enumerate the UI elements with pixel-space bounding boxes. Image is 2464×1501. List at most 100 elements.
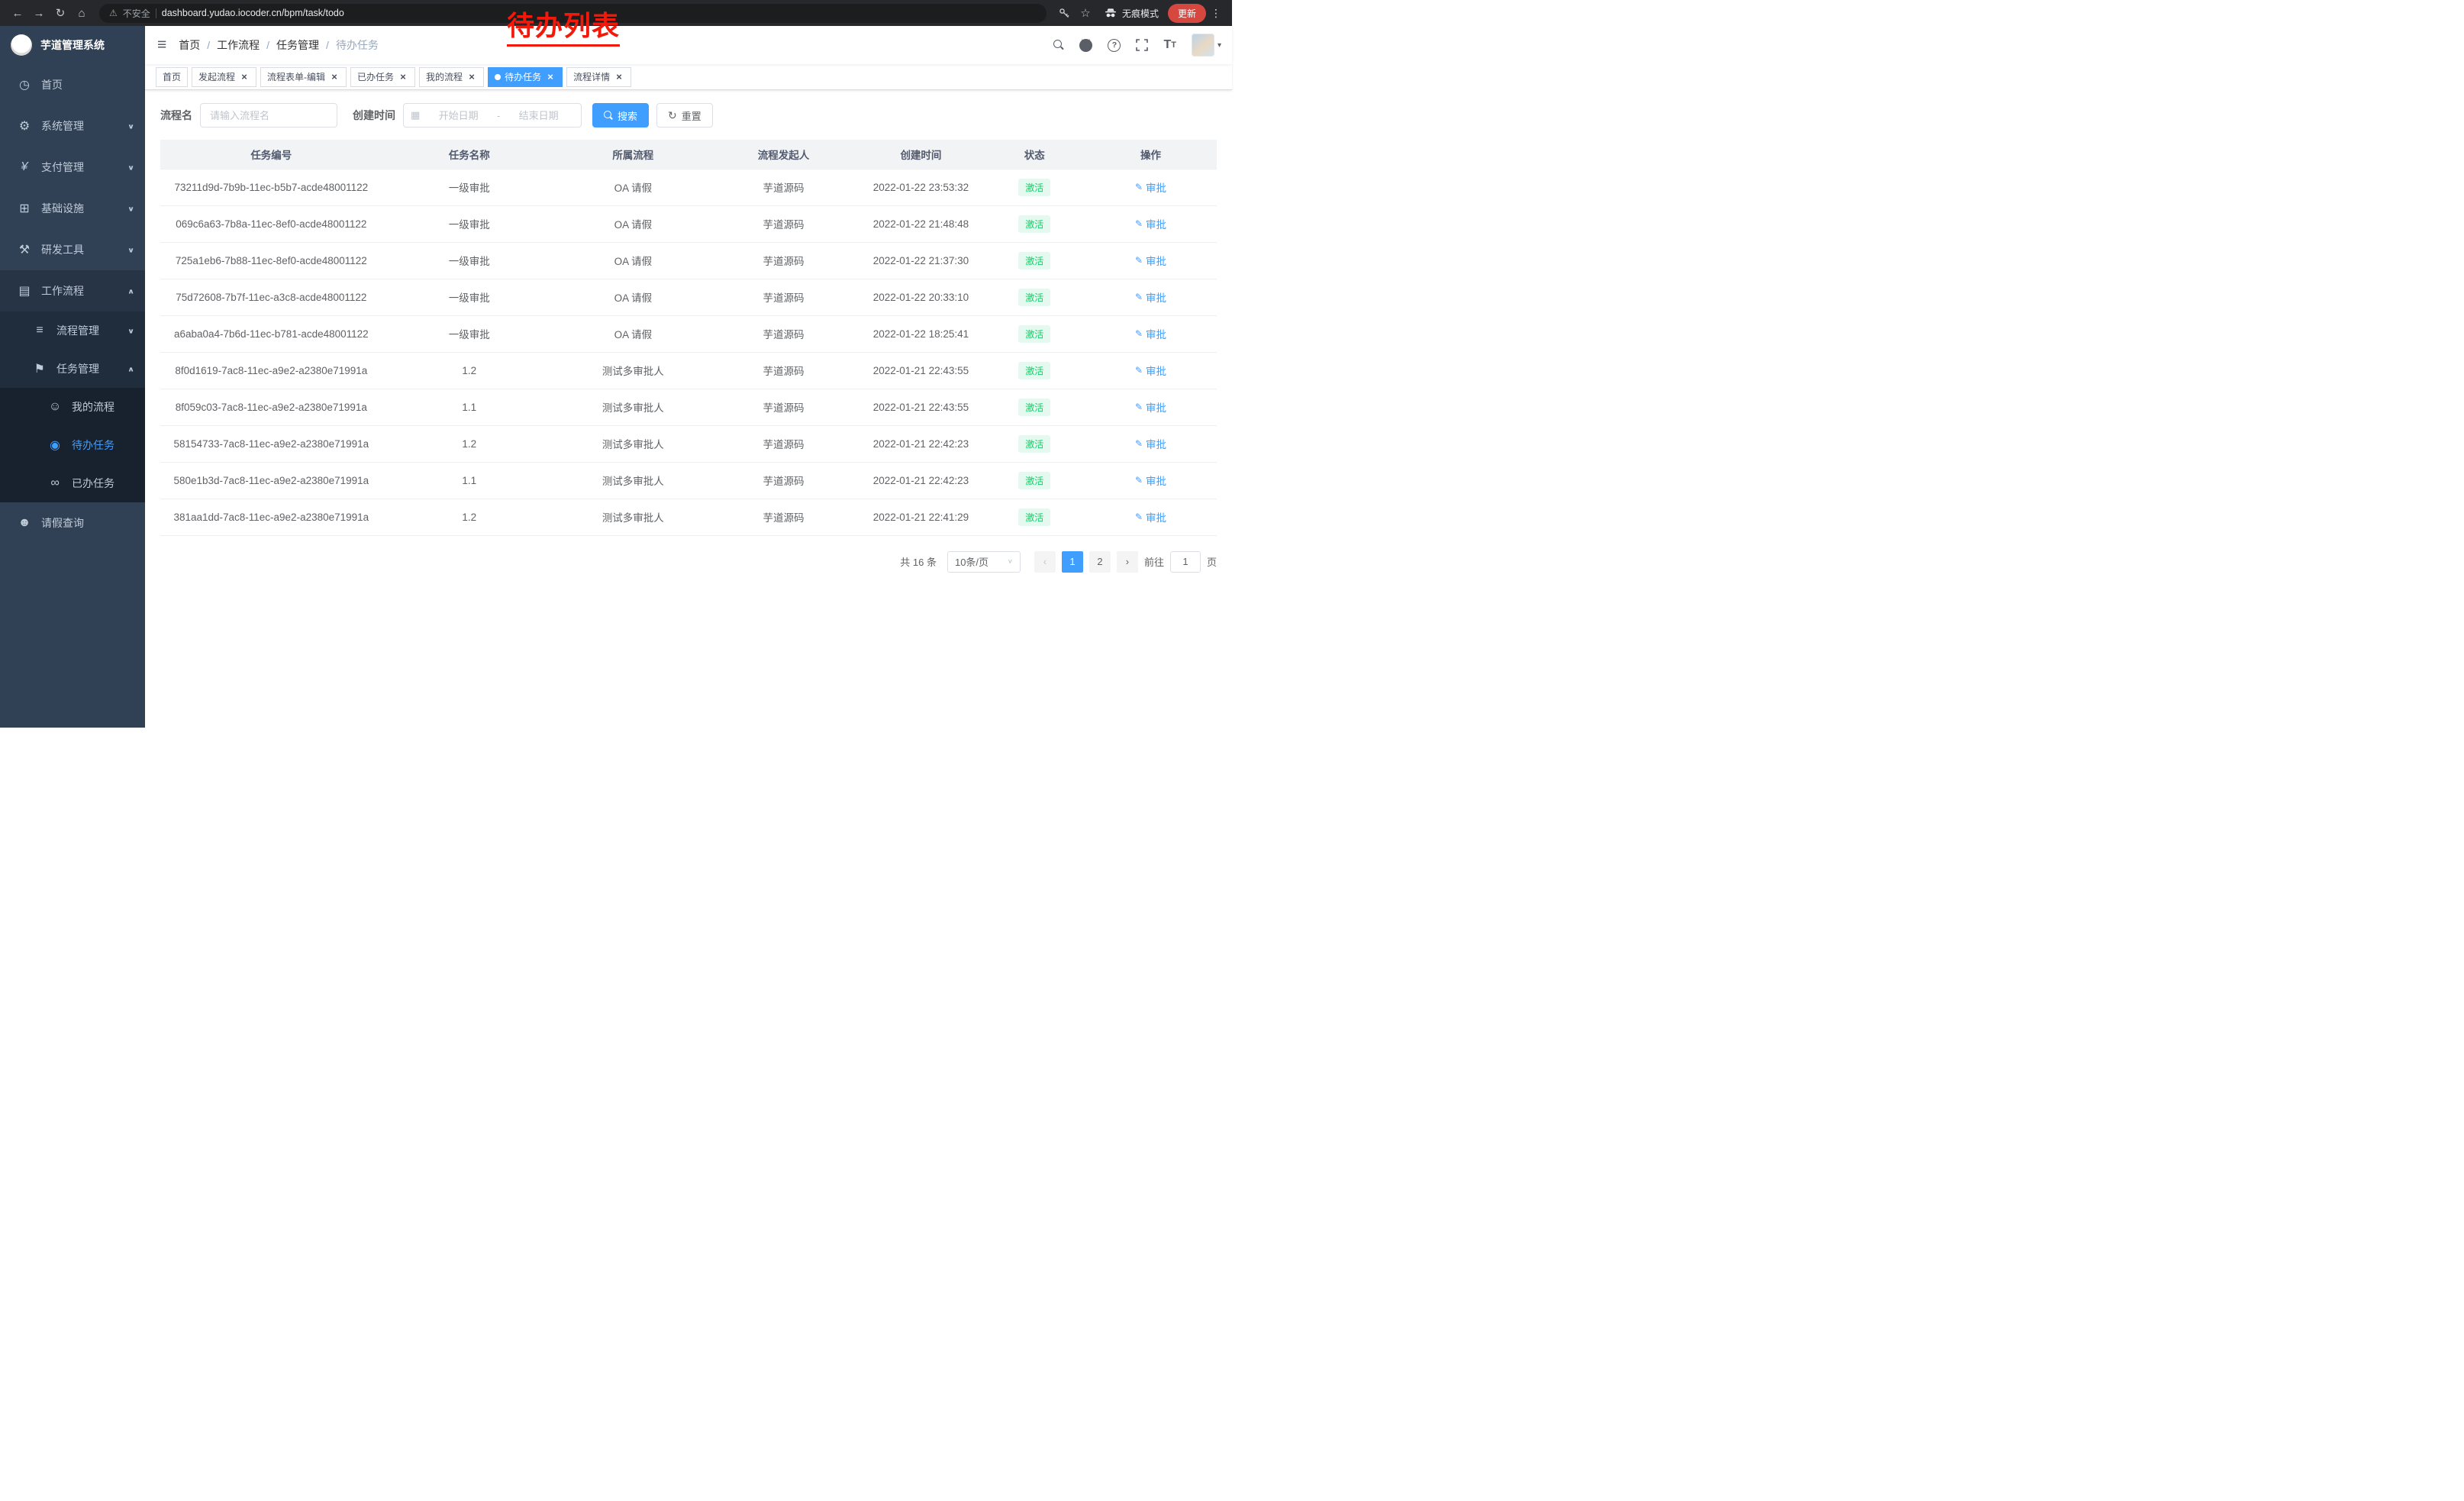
prev-page-button[interactable]: ‹: [1034, 551, 1056, 573]
tab-todo-tasks[interactable]: 待办任务 ×: [488, 67, 563, 87]
table-row: 8f059c03-7ac8-11ec-a9e2-a2380e71991a 1.1…: [160, 389, 1217, 425]
breadcrumb-task-mgmt[interactable]: 任务管理: [276, 37, 336, 53]
sidebar-item-payment-mgmt[interactable]: ¥ 支付管理 ∨: [0, 147, 145, 188]
forward-icon[interactable]: →: [29, 3, 49, 23]
app-logo[interactable]: 芋道管理系统: [0, 26, 145, 64]
browser-menu-icon[interactable]: ⋮: [1208, 7, 1224, 20]
edit-icon: ✎: [1135, 182, 1143, 192]
close-icon[interactable]: ×: [239, 72, 250, 82]
tab-home[interactable]: 首页: [156, 67, 188, 87]
sidebar-item-leave-query[interactable]: ☻ 请假查询: [0, 502, 145, 544]
approve-button[interactable]: ✎审批: [1135, 363, 1166, 378]
page-suffix-label: 页: [1207, 554, 1217, 569]
close-icon[interactable]: ×: [466, 72, 477, 82]
font-size-icon[interactable]: TT: [1163, 38, 1176, 52]
page-size-select[interactable]: 10条/页 ∨: [947, 551, 1021, 573]
cell-initiator: 芋道源码: [710, 242, 858, 279]
update-button[interactable]: 更新: [1168, 4, 1206, 23]
edit-icon: ✎: [1135, 475, 1143, 486]
date-range-picker[interactable]: ▦ -: [403, 103, 582, 128]
bookmark-star-icon[interactable]: ☆: [1076, 3, 1095, 23]
cell-created: 2022-01-22 21:48:48: [857, 205, 984, 242]
sidebar-item-label: 支付管理: [41, 160, 84, 175]
sidebar-item-task-mgmt[interactable]: ⚑ 任务管理 ∧: [0, 350, 145, 388]
approve-button[interactable]: ✎审批: [1135, 509, 1166, 525]
sidebar-item-label: 已办任务: [72, 476, 114, 491]
cell-task-name: 1.1: [382, 389, 556, 425]
start-date-input[interactable]: [423, 109, 494, 122]
search-button-label: 搜索: [618, 108, 637, 123]
approve-button[interactable]: ✎审批: [1135, 179, 1166, 195]
sidebar-item-my-process[interactable]: ☺ 我的流程: [0, 388, 145, 426]
sidebar-item-system-mgmt[interactable]: ⚙ 系统管理 ∨: [0, 105, 145, 147]
address-bar[interactable]: ⚠ 不安全 dashboard.yudao.iocoder.cn/bpm/tas…: [99, 4, 1047, 23]
approve-label: 审批: [1146, 363, 1166, 378]
breadcrumb-home[interactable]: 首页: [179, 37, 217, 53]
close-icon[interactable]: ×: [614, 72, 624, 82]
sidebar-item-dev-tools[interactable]: ⚒ 研发工具 ∨: [0, 229, 145, 270]
approve-button[interactable]: ✎审批: [1135, 436, 1166, 451]
close-icon[interactable]: ×: [545, 72, 556, 82]
edit-icon: ✎: [1135, 292, 1143, 302]
cell-process: OA 请假: [556, 242, 710, 279]
back-icon[interactable]: ←: [8, 3, 27, 23]
breadcrumb-workflow[interactable]: 工作流程: [217, 37, 276, 53]
close-icon[interactable]: ×: [398, 72, 408, 82]
github-icon[interactable]: [1079, 39, 1092, 52]
calendar-icon: ▦: [411, 109, 420, 121]
table-row: a6aba0a4-7b6d-11ec-b781-acde48001122 一级审…: [160, 315, 1217, 352]
tab-process-detail[interactable]: 流程详情 ×: [566, 67, 631, 87]
page-button-1[interactable]: 1: [1062, 551, 1083, 573]
sidebar-item-home[interactable]: ◷ 首页: [0, 64, 145, 105]
approve-button[interactable]: ✎审批: [1135, 473, 1166, 488]
chevron-down-icon: ∨: [127, 246, 134, 253]
user-menu[interactable]: ▾: [1192, 34, 1221, 56]
sidebar-item-workflow[interactable]: ▤ 工作流程 ∧: [0, 270, 145, 311]
search-button[interactable]: 搜索: [592, 103, 649, 128]
tab-start-process[interactable]: 发起流程 ×: [192, 67, 256, 87]
cell-task-name: 一级审批: [382, 242, 556, 279]
sidebar-item-infrastructure[interactable]: ⊞ 基础设施 ∨: [0, 188, 145, 229]
sidebar-toggle-icon[interactable]: ≡: [145, 36, 179, 54]
sidebar-item-todo-tasks[interactable]: ◉ 待办任务: [0, 426, 145, 464]
page-button-2[interactable]: 2: [1089, 551, 1111, 573]
approve-button[interactable]: ✎审批: [1135, 326, 1166, 341]
fullscreen-icon[interactable]: [1136, 39, 1148, 51]
edit-icon: ✎: [1135, 402, 1143, 412]
search-icon[interactable]: [1053, 40, 1064, 50]
cell-created: 2022-01-21 22:41:29: [857, 499, 984, 535]
cell-created: 2022-01-22 18:25:41: [857, 315, 984, 352]
sidebar-item-process-mgmt[interactable]: ≡ 流程管理 ∨: [0, 311, 145, 350]
reload-icon[interactable]: ↻: [50, 3, 70, 23]
tab-process-form-edit[interactable]: 流程表单-编辑 ×: [260, 67, 347, 87]
table-row: 580e1b3d-7ac8-11ec-a9e2-a2380e71991a 1.1…: [160, 462, 1217, 499]
approve-button[interactable]: ✎审批: [1135, 399, 1166, 415]
eye-icon: ◉: [46, 437, 64, 453]
table-row: 725a1eb6-7b88-11ec-8ef0-acde48001122 一级审…: [160, 242, 1217, 279]
key-icon[interactable]: [1054, 3, 1074, 23]
tab-my-process[interactable]: 我的流程 ×: [419, 67, 484, 87]
reset-button[interactable]: ↻ 重置: [656, 103, 713, 128]
tab-label: 我的流程: [426, 70, 463, 83]
cell-task-name: 一级审批: [382, 279, 556, 315]
table-row: 8f0d1619-7ac8-11ec-a9e2-a2380e71991a 1.2…: [160, 352, 1217, 389]
help-icon[interactable]: ?: [1108, 39, 1121, 52]
end-date-input[interactable]: [503, 109, 574, 122]
header-status: 状态: [984, 140, 1084, 169]
briefcase-icon: ▤: [15, 283, 34, 299]
breadcrumb-current: 待办任务: [336, 37, 379, 53]
status-badge: 激活: [1018, 472, 1050, 489]
home-icon[interactable]: ⌂: [72, 3, 92, 23]
process-name-input[interactable]: [200, 103, 337, 128]
cell-process: 测试多审批人: [556, 462, 710, 499]
approve-button[interactable]: ✎审批: [1135, 216, 1166, 231]
close-icon[interactable]: ×: [329, 72, 340, 82]
goto-label: 前往: [1144, 554, 1164, 569]
approve-button[interactable]: ✎审批: [1135, 253, 1166, 268]
approve-button[interactable]: ✎审批: [1135, 289, 1166, 305]
tab-done-tasks[interactable]: 已办任务 ×: [350, 67, 415, 87]
sidebar-item-done-tasks[interactable]: ∞ 已办任务: [0, 464, 145, 502]
next-page-button[interactable]: ›: [1117, 551, 1138, 573]
list-icon: ≡: [31, 324, 49, 337]
goto-page-input[interactable]: [1170, 551, 1201, 573]
